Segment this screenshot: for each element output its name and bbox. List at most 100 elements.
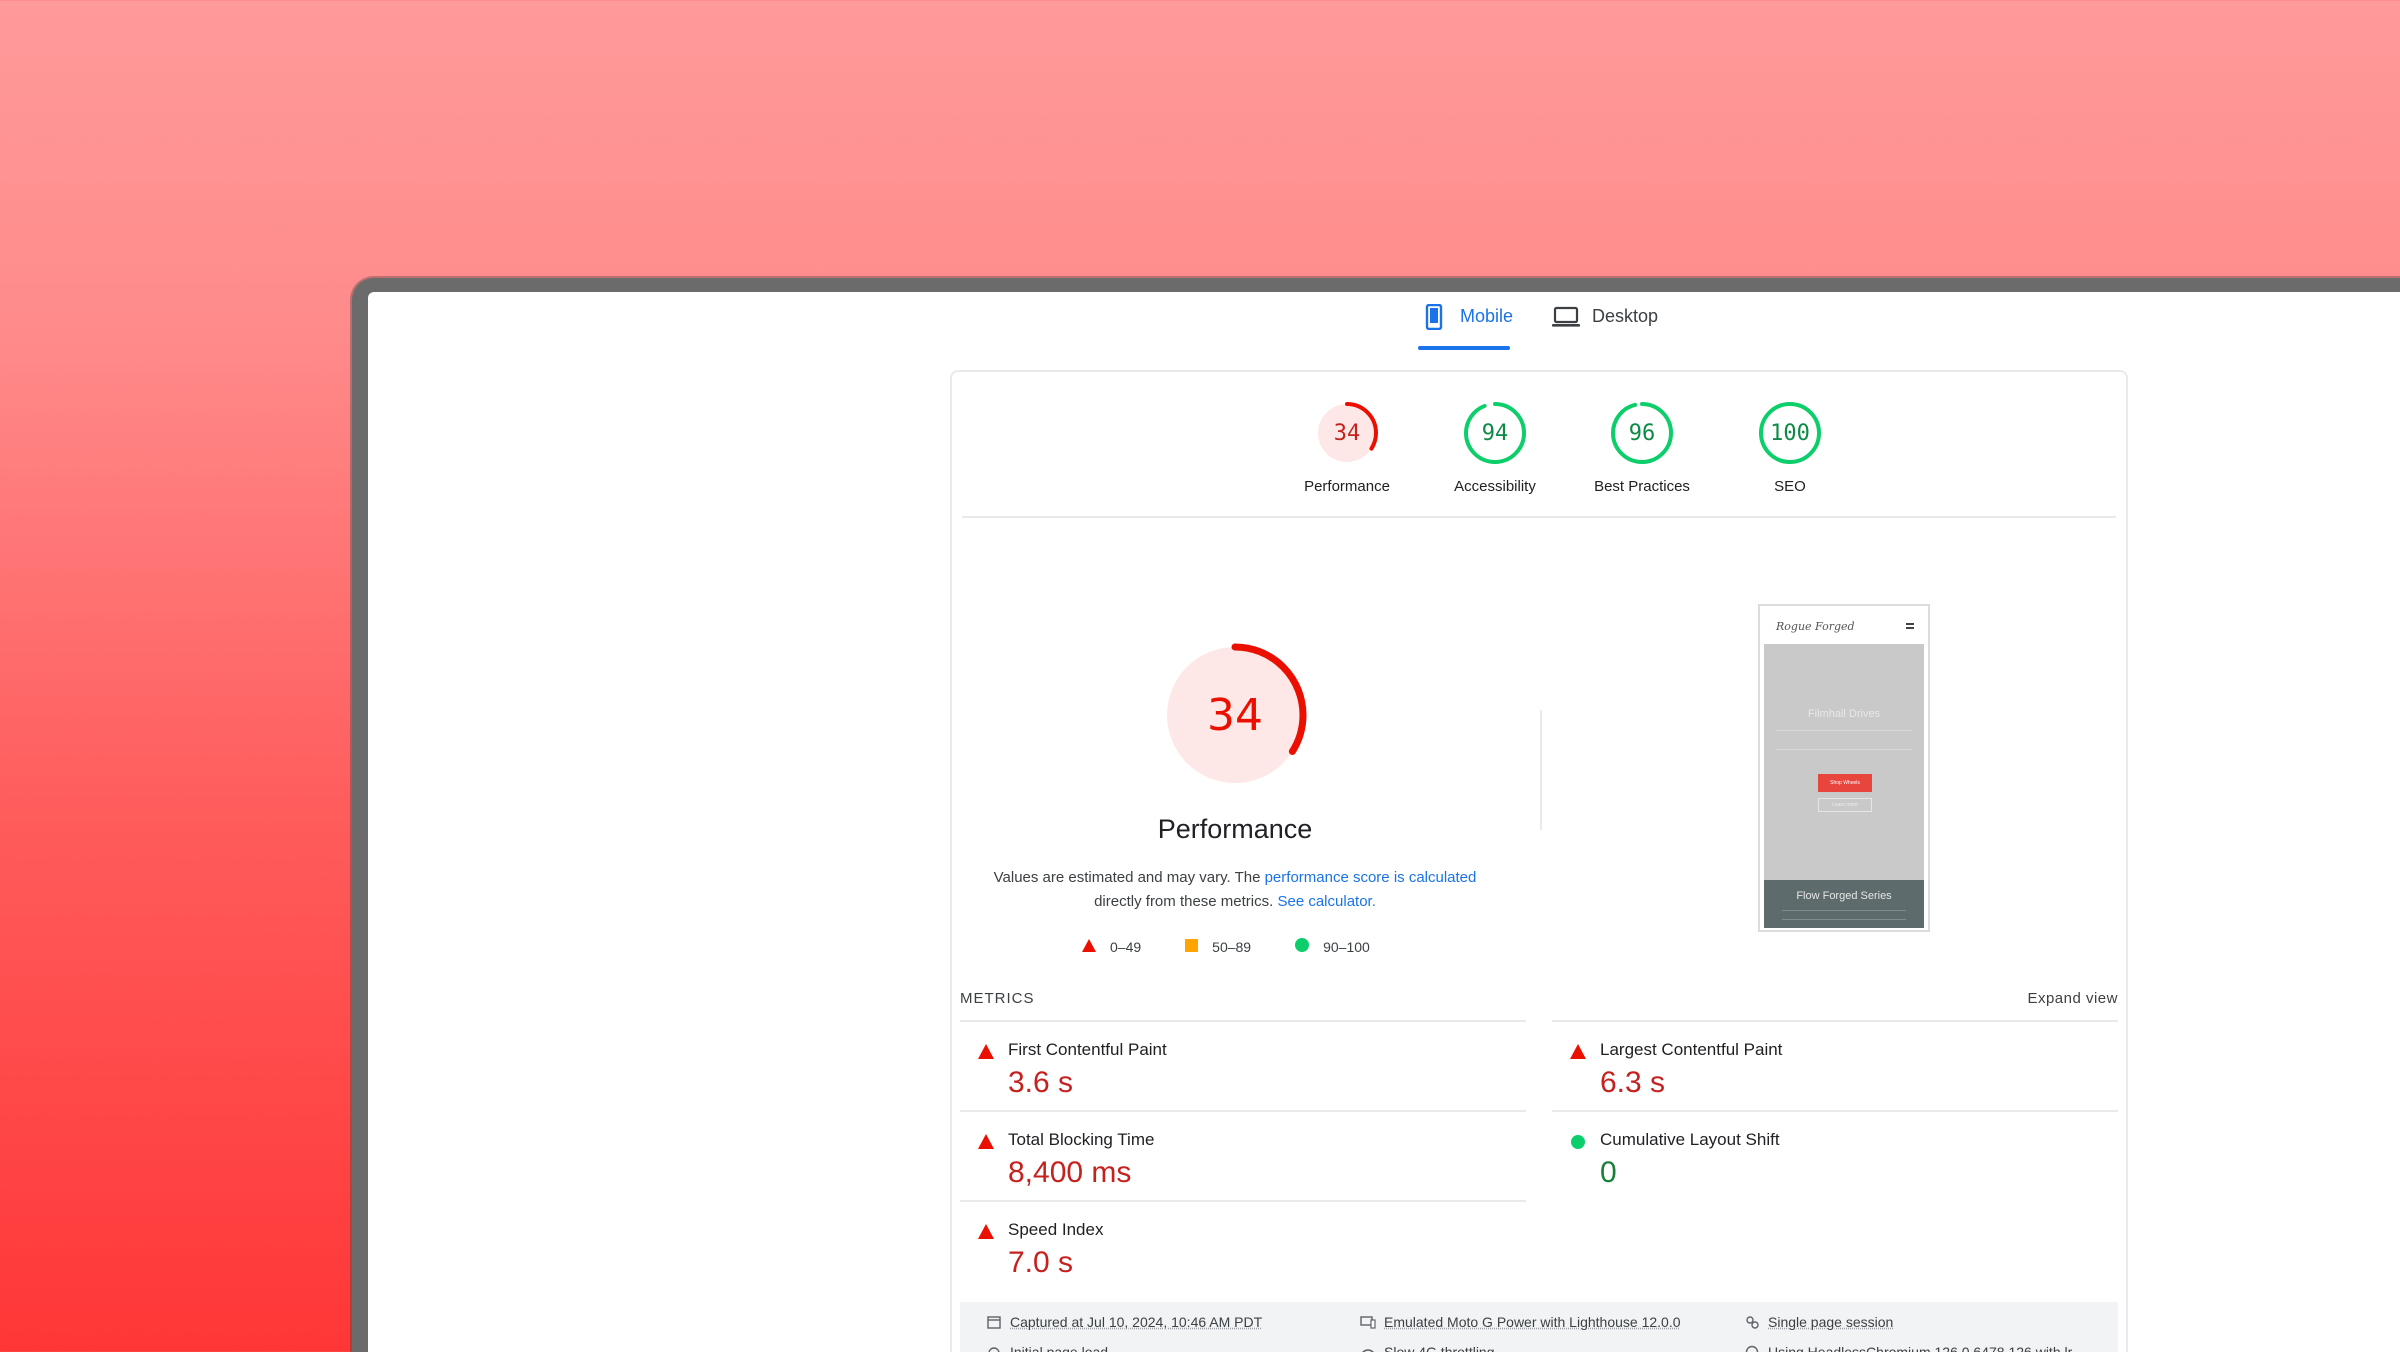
gauge-score: 100 <box>1770 420 1810 446</box>
desc-text-2: directly from these metrics. <box>1094 893 1278 910</box>
runtime-throttling-text: Slow 4G throttling <box>1384 1344 1495 1352</box>
runtime-load-text: Initial page load <box>1010 1344 1109 1352</box>
screenshot-footer-title: Flow Forged Series <box>1796 890 1892 902</box>
metric-value: 3.6 s <box>1008 1066 1074 1099</box>
runtime-captured[interactable]: Captured at Jul 10, 2024, 10:46 AM PDT <box>986 1314 1262 1330</box>
runtime-throttling[interactable]: Slow 4G throttling <box>1360 1344 1495 1352</box>
legend-fail: 0–49 <box>1082 938 1141 955</box>
gauges-divider <box>962 516 2116 518</box>
legend-average: 50–89 <box>1185 938 1251 955</box>
section-divider <box>1540 710 1542 830</box>
calendar-icon <box>986 1314 1002 1330</box>
metric-name: Largest Contentful Paint <box>1600 1040 1783 1059</box>
tab-mobile-label: Mobile <box>1460 306 1514 326</box>
active-tab-indicator <box>1418 346 1510 350</box>
see-calculator-link[interactable]: See calculator. <box>1277 893 1375 910</box>
hamburger-icon <box>1906 623 1914 629</box>
score-calculated-link[interactable]: performance score is calculated <box>1265 869 1477 886</box>
metric-name: Total Blocking Time <box>1008 1130 1155 1149</box>
gauge-ring: 96 <box>1609 400 1675 466</box>
triangle-icon <box>1570 1044 1586 1060</box>
metric-value: 8,400 ms <box>1008 1156 1132 1189</box>
triangle-icon <box>978 1134 994 1150</box>
metric-value: 6.3 s <box>1600 1066 1666 1099</box>
screenshot-secondary-button: Learn more <box>1818 798 1872 812</box>
tab-desktop[interactable]: Desktop <box>1552 306 1658 352</box>
metric-fcp: First Contentful Paint 3.6 s <box>960 1020 1526 1110</box>
metrics-title: METRICS <box>960 990 1035 1007</box>
gauge-accessibility[interactable]: 94 Accessibility <box>1430 400 1560 495</box>
devices-icon <box>1360 1314 1376 1330</box>
runtime-captured-text: Captured at Jul 10, 2024, 10:46 AM PDT <box>1010 1314 1263 1330</box>
triangle-icon <box>978 1044 994 1060</box>
category-gauges: 34 Performance 94 Accessibility 96 Best … <box>952 372 2126 512</box>
gauge-label: Best Practices <box>1594 478 1690 495</box>
gauge-score: 96 <box>1628 420 1656 446</box>
screenshot-footer-text <box>1782 910 1906 920</box>
phone-icon <box>1420 303 1448 331</box>
gauge-score: 94 <box>1481 420 1509 446</box>
triangle-icon <box>1082 938 1096 955</box>
metric-value: 7.0 s <box>1008 1246 1074 1279</box>
circle-icon <box>1570 1134 1586 1150</box>
metric-tbt: Total Blocking Time 8,400 ms <box>960 1110 1526 1200</box>
metric-cls: Cumulative Layout Shift 0 <box>1552 1110 2118 1200</box>
runtime-session[interactable]: Single page session <box>1744 1314 1893 1330</box>
final-screenshot[interactable]: Rogue Forged Filmhall Drives Shop Wheels… <box>1758 604 1930 932</box>
gauge-score: 34 <box>1333 420 1361 446</box>
screenshot-hero: Filmhall Drives Shop Wheels Learn more <box>1764 644 1924 880</box>
gauge-label: Accessibility <box>1454 478 1536 495</box>
runtime-device-text: Emulated Moto G Power with Lighthouse 12… <box>1384 1314 1681 1330</box>
laptop-icon <box>1552 303 1580 331</box>
gauge-ring: 34 <box>1314 400 1380 466</box>
metric-name: Cumulative Layout Shift <box>1600 1130 1780 1149</box>
performance-big-score: 34 <box>1207 689 1263 741</box>
browser-screen: Mobile Desktop 34 Performance 94 Accessi… <box>368 292 2400 1352</box>
performance-title: Performance <box>1157 814 1313 844</box>
runtime-browser-text: Using HeadlessChromium 126.0.6478.126 wi… <box>1768 1344 2073 1352</box>
screenshot-header: Rogue Forged <box>1760 606 1928 644</box>
runtime-settings: Captured at Jul 10, 2024, 10:46 AM PDT E… <box>960 1302 2118 1352</box>
metric-lcp: Largest Contentful Paint 6.3 s <box>1552 1020 2118 1110</box>
screenshot-footer: Flow Forged Series <box>1764 880 1924 928</box>
gauge-seo[interactable]: 100 SEO <box>1725 400 1855 495</box>
screenshot-primary-button: Shop Wheels <box>1818 774 1872 792</box>
legend-label: 90–100 <box>1323 938 1370 955</box>
expand-view-toggle[interactable]: Expand view <box>2027 990 2118 1007</box>
gauge-best-practices[interactable]: 96 Best Practices <box>1577 400 1707 495</box>
runtime-device[interactable]: Emulated Moto G Power with Lighthouse 12… <box>1360 1314 1681 1330</box>
gauge-performance[interactable]: 34 Performance <box>1282 400 1412 495</box>
timer-icon <box>986 1344 1002 1352</box>
metrics-column-right: Largest Contentful Paint 6.3 s Cumulativ… <box>1552 1020 2118 1200</box>
score-legend: 0–49 50–89 90–100 <box>1082 938 1414 955</box>
legend-pass: 90–100 <box>1295 938 1370 955</box>
triangle-icon <box>978 1224 994 1240</box>
legend-label: 0–49 <box>1110 938 1142 955</box>
runtime-load[interactable]: Initial page load <box>986 1344 1108 1352</box>
metrics-header: METRICS Expand view <box>960 990 2118 1007</box>
gauge-ring: 100 <box>1757 400 1823 466</box>
runtime-browser[interactable]: Using HeadlessChromium 126.0.6478.126 wi… <box>1744 1344 2072 1352</box>
desc-text-1: Values are estimated and may vary. The <box>993 869 1265 886</box>
screenshot-hero-text <box>1776 730 1912 750</box>
performance-description: Values are estimated and may vary. The p… <box>982 866 1488 914</box>
tab-desktop-label: Desktop <box>1592 306 1659 326</box>
circle-icon <box>1295 938 1310 955</box>
browser-icon <box>1744 1344 1760 1352</box>
performance-big-gauge: 34 <box>1160 640 1310 790</box>
site-logo: Rogue Forged <box>1776 620 1855 633</box>
screenshot-hero-title: Filmhall Drives <box>1807 708 1881 720</box>
gauge-label: SEO <box>1774 478 1806 495</box>
gauge-label: Performance <box>1304 478 1390 495</box>
metric-name: First Contentful Paint <box>1008 1040 1167 1059</box>
metric-value: 0 <box>1600 1156 1617 1189</box>
network-icon <box>1360 1344 1376 1352</box>
metric-speed-index: Speed Index 7.0 s <box>960 1200 1526 1290</box>
form-factor-tabs: Mobile Desktop <box>368 292 2400 352</box>
metrics-column-left: First Contentful Paint 3.6 s Total Block… <box>960 1020 1526 1290</box>
legend-label: 50–89 <box>1212 938 1252 955</box>
square-icon <box>1185 938 1199 955</box>
runtime-session-text: Single page session <box>1768 1314 1894 1330</box>
lighthouse-report: 34 Performance 94 Accessibility 96 Best … <box>950 370 2128 1352</box>
gauge-ring: 94 <box>1462 400 1528 466</box>
